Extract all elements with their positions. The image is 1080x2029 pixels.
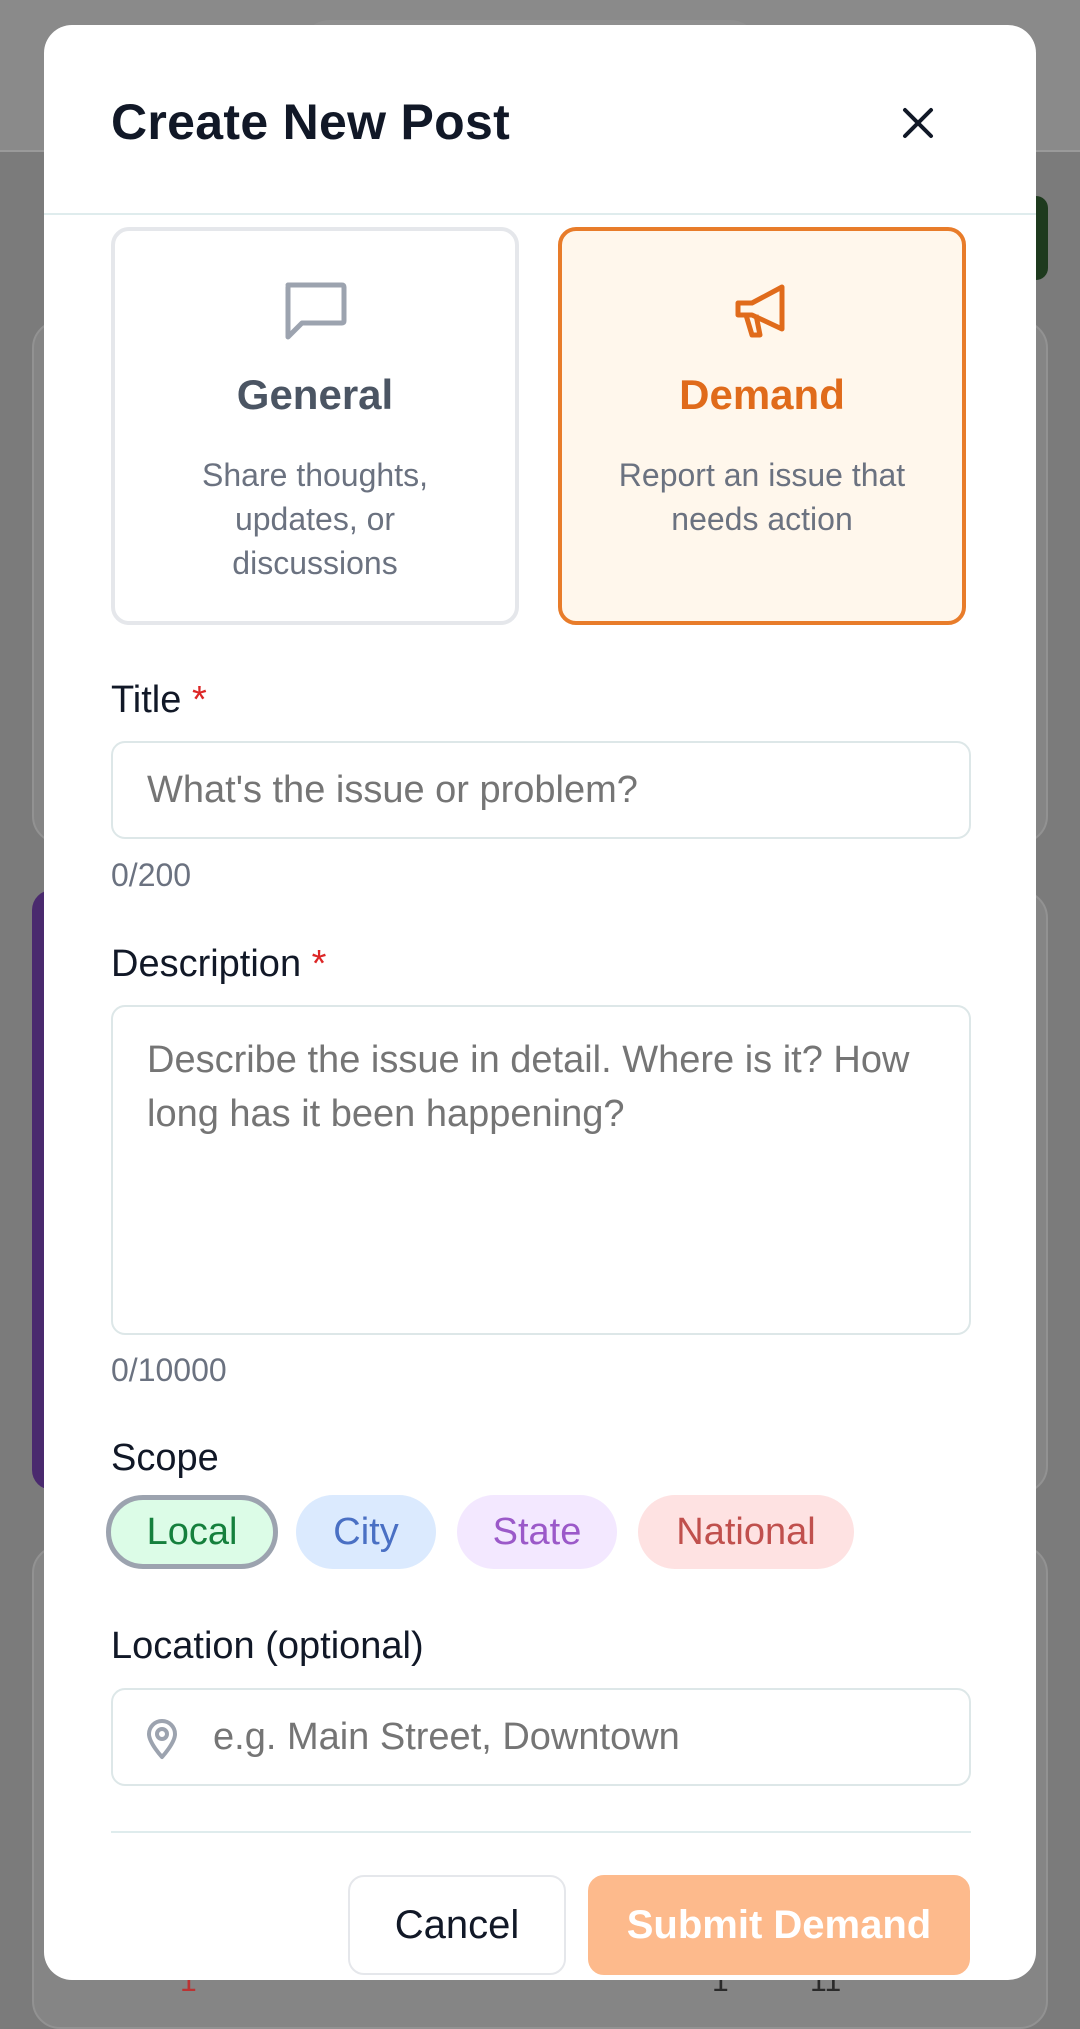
post-type-description: Report an issue that needs action <box>618 457 906 537</box>
modal-title: Create New Post <box>111 94 511 150</box>
required-mark: * <box>311 943 327 985</box>
description-label-text: Description <box>111 943 302 985</box>
post-type-title: Demand <box>679 371 845 418</box>
title-label-text: Title <box>111 679 182 721</box>
create-post-modal: Create New Post General Share thoughts, … <box>44 25 1036 1980</box>
post-type-general[interactable]: General Share thoughts, updates, or disc… <box>111 227 519 625</box>
scope-label: Scope <box>111 1437 219 1479</box>
scope-option-city[interactable]: City <box>296 1495 436 1569</box>
chat-bubble-icon <box>285 282 347 340</box>
footer-divider <box>111 1831 971 1833</box>
post-type-title: General <box>236 371 394 418</box>
close-button[interactable] <box>892 97 944 149</box>
post-type-demand[interactable]: Demand Report an issue that needs action <box>558 227 966 625</box>
title-char-counter: 0/200 <box>111 857 192 893</box>
location-label: Location (optional) <box>111 1625 424 1667</box>
map-pin-icon <box>147 1719 177 1759</box>
title-label: Title * <box>111 679 207 722</box>
title-input[interactable] <box>111 741 971 839</box>
modal-header: Create New Post <box>44 25 1036 215</box>
cancel-button[interactable]: Cancel <box>348 1875 566 1975</box>
scope-option-local[interactable]: Local <box>106 1495 278 1569</box>
description-label: Description * <box>111 943 326 986</box>
description-textarea[interactable] <box>111 1005 971 1335</box>
scope-option-national[interactable]: National <box>638 1495 854 1569</box>
location-input[interactable] <box>111 1688 971 1786</box>
submit-demand-button[interactable]: Submit Demand <box>588 1875 970 1975</box>
close-icon <box>903 108 933 138</box>
post-type-description: Share thoughts, updates, or discussions <box>202 457 428 581</box>
megaphone-icon <box>735 284 785 338</box>
required-mark: * <box>191 679 207 721</box>
scope-option-state[interactable]: State <box>457 1495 617 1569</box>
description-char-counter: 0/10000 <box>111 1352 227 1388</box>
